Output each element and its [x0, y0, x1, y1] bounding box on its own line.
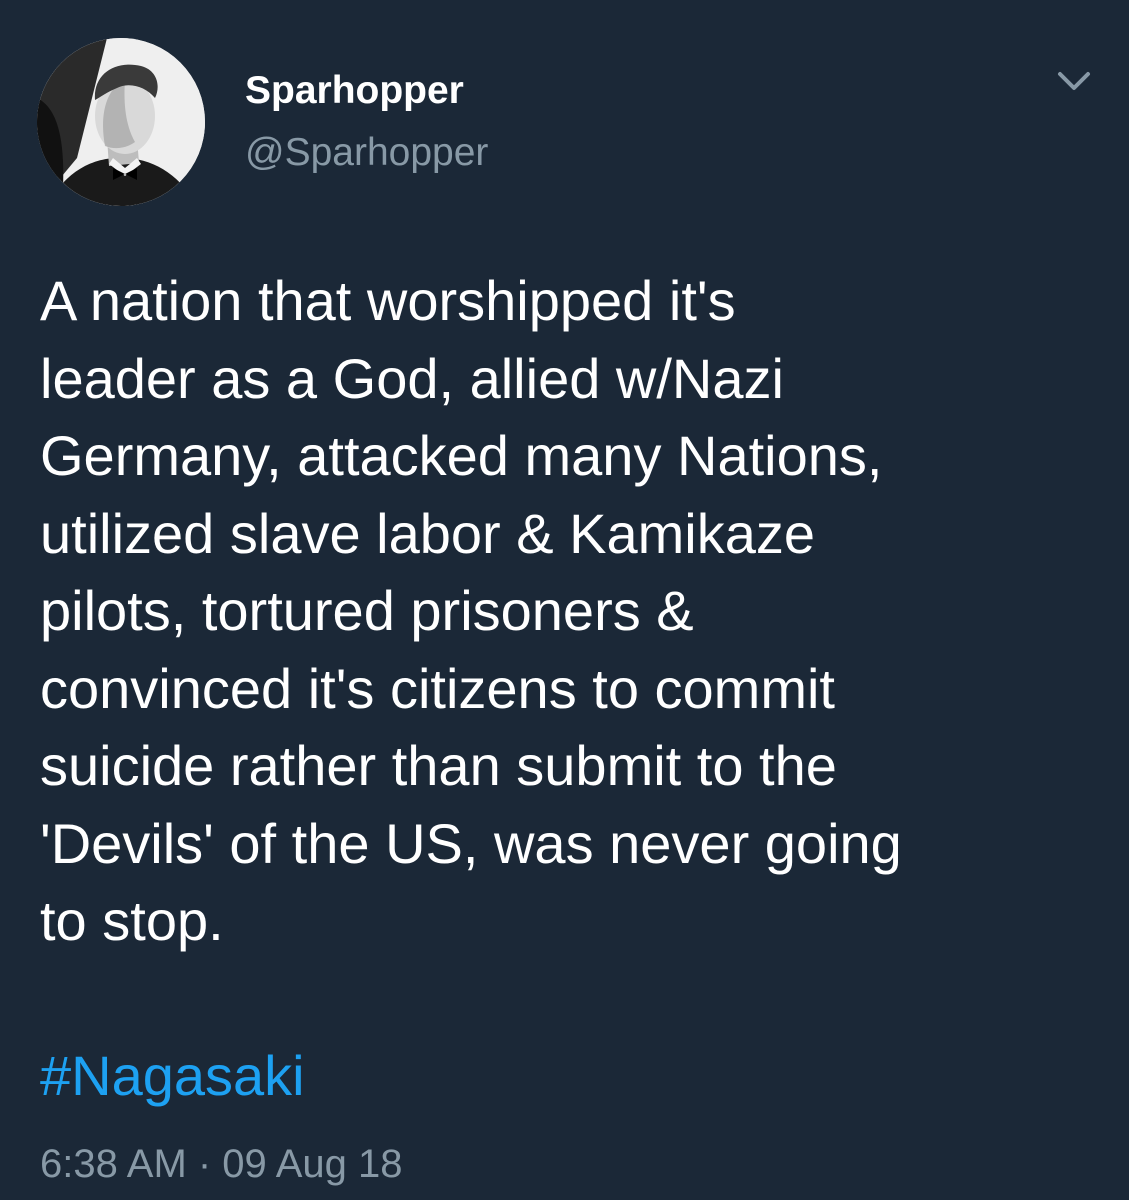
avatar[interactable]	[37, 38, 205, 206]
hashtag-link[interactable]: #Nagasaki	[40, 1037, 305, 1115]
avatar-photo	[37, 38, 205, 206]
tweet-text: A nation that worshipped it's leader as …	[40, 269, 902, 952]
tweet-timestamp[interactable]: 6:38 AM · 09 Aug 18	[40, 1140, 402, 1188]
chevron-down-icon[interactable]	[1052, 64, 1096, 100]
tweet-card: Sparhopper @Sparhopper A nation that wor…	[0, 0, 1129, 1200]
author-handle[interactable]: @Sparhopper	[245, 130, 488, 176]
author-display-name[interactable]: Sparhopper	[245, 68, 464, 114]
